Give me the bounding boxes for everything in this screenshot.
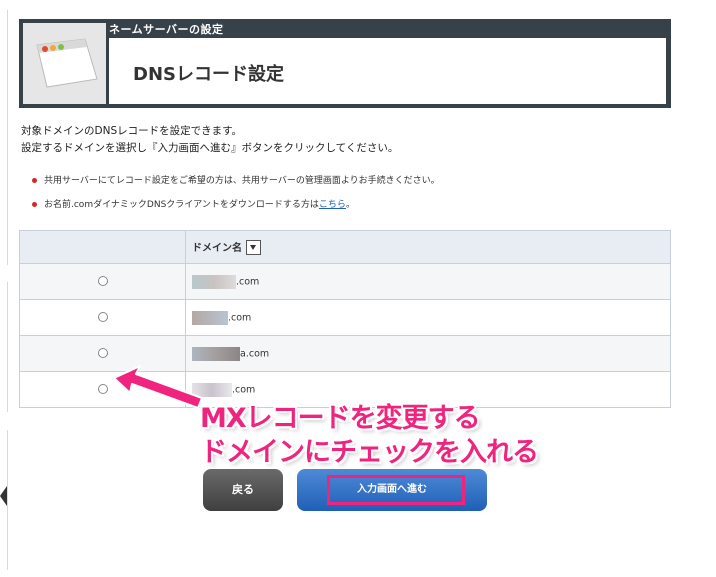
- select-column-header: [19, 230, 186, 264]
- section-label: ネームサーバーの設定: [109, 23, 224, 36]
- page-header: ネームサーバーの設定 DNSレコード設定: [19, 19, 671, 108]
- notes-list: 共用サーバーにてレコード設定をご希望の方は、共用サーバーの管理画面よりお手続きく…: [32, 175, 440, 223]
- sidebar-panel: [0, 10, 8, 265]
- back-button[interactable]: 戻る: [203, 469, 283, 511]
- collapse-chevron-icon[interactable]: [0, 486, 7, 506]
- domain-column-label: ドメイン名: [192, 242, 242, 254]
- page-title: DNSレコード設定: [133, 64, 284, 85]
- sort-dropdown-icon[interactable]: [246, 240, 261, 256]
- domain-suffix: .com: [228, 312, 252, 323]
- redacted-domain: [192, 310, 228, 325]
- callout-line-2: ドメインにチェックを入れる: [200, 437, 539, 468]
- intro-line-1: 対象ドメインのDNSレコードを設定できます。: [21, 125, 243, 137]
- note-text: お名前.comダイナミックDNSクライアントをダウンロードする方は: [44, 200, 319, 210]
- domain-radio[interactable]: [97, 347, 108, 358]
- domain-radio[interactable]: [97, 275, 108, 286]
- note-suffix: 。: [345, 200, 355, 210]
- domain-radio[interactable]: [97, 311, 108, 322]
- table-row: .com: [19, 299, 671, 336]
- sidebar-panel: [0, 282, 8, 412]
- table-header-row: ドメイン名: [19, 230, 671, 264]
- download-link[interactable]: こちら: [319, 200, 346, 210]
- domain-column-header: ドメイン名: [185, 230, 671, 264]
- domain-cell: .com: [185, 299, 671, 336]
- radio-cell: [19, 299, 186, 336]
- intro-line-2: 設定するドメインを選択し『入力画面へ進む』ボタンをクリックしてください。: [21, 142, 399, 154]
- domain-cell: a.com: [185, 335, 671, 372]
- table-row: .com: [19, 263, 671, 300]
- redacted-domain: [192, 346, 240, 361]
- note-text: 共用サーバーにてレコード設定をご希望の方は、共用サーバーの管理画面よりお手続きく…: [44, 176, 440, 186]
- browser-window-icon: [23, 23, 106, 104]
- note-item: お名前.comダイナミックDNSクライアントをダウンロードする方はこちら。: [32, 199, 440, 223]
- redacted-domain: [192, 274, 236, 289]
- intro-text: 対象ドメインのDNSレコードを設定できます。 設定するドメインを選択し『入力画面…: [21, 123, 398, 157]
- domain-suffix: a.com: [240, 348, 270, 359]
- domain-suffix: .com: [236, 276, 260, 287]
- radio-cell: [19, 263, 186, 300]
- note-item: 共用サーバーにてレコード設定をご希望の方は、共用サーバーの管理画面よりお手続きく…: [32, 175, 440, 199]
- domain-suffix: .com: [232, 384, 256, 395]
- domain-cell: .com: [185, 263, 671, 300]
- highlight-frame: [327, 475, 465, 505]
- domain-radio[interactable]: [97, 383, 108, 394]
- title-panel: DNSレコード設定: [109, 38, 666, 104]
- left-sidebar-edge: [0, 0, 8, 577]
